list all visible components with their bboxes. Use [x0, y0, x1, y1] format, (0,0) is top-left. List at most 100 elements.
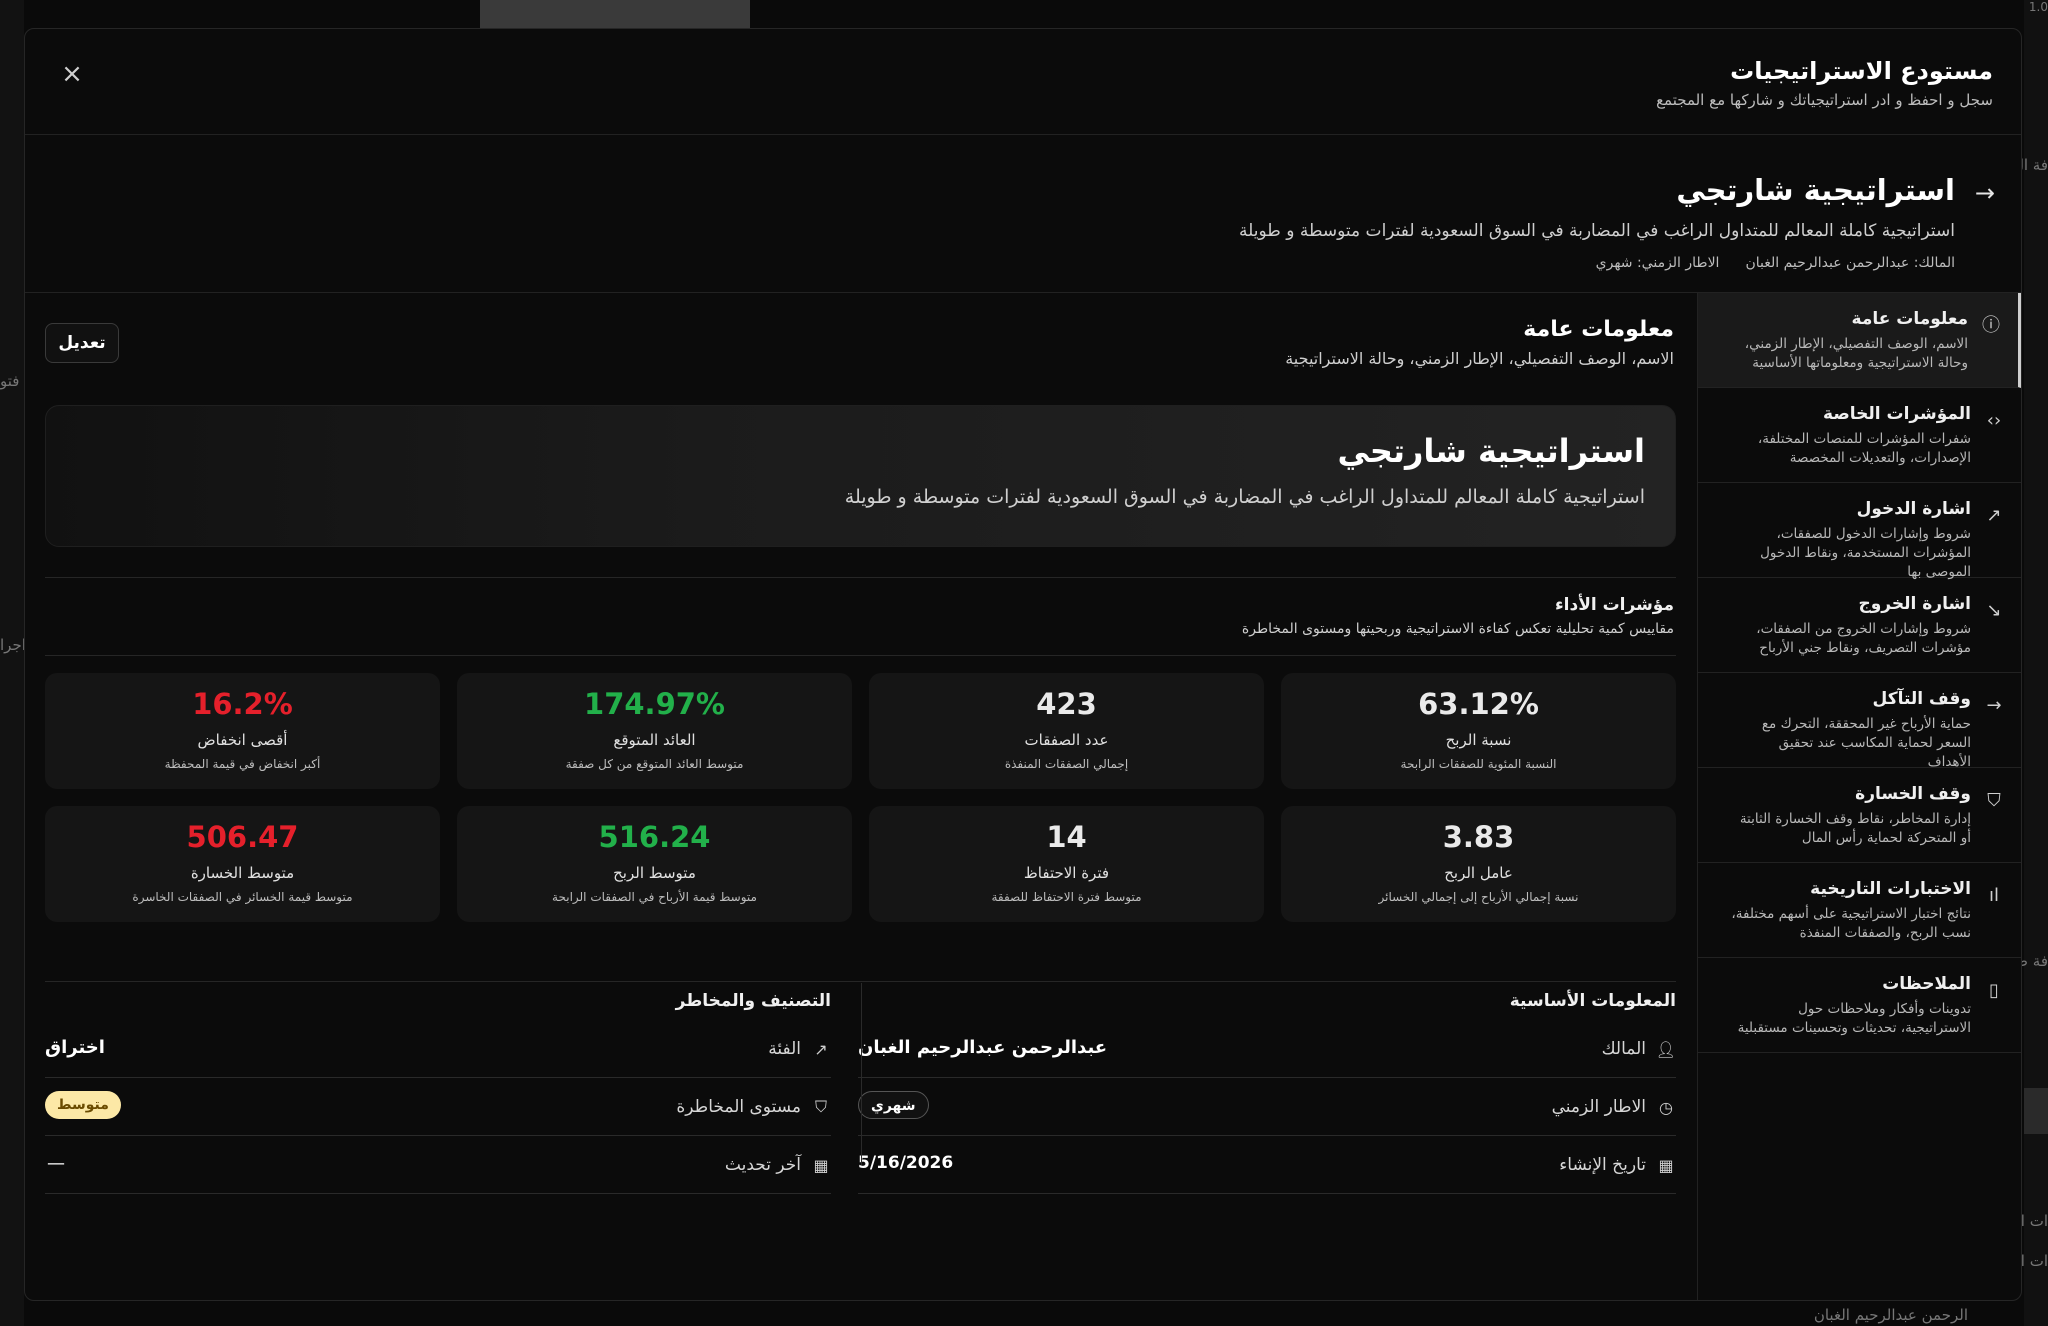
arrow-right-icon: → — [1986, 695, 2002, 716]
card-title: استراتيجية شارتجي — [1337, 432, 1645, 470]
trending-down-icon: ↘ — [1986, 600, 2002, 621]
background-label: الرحمن عبدالرحيم الغبان — [1813, 1306, 1968, 1324]
created-row: ▦ تاريخ الإنشاء 5/16/2026 — [858, 1137, 1676, 1194]
column-divider — [861, 983, 862, 1165]
code-icon: ‹› — [1986, 410, 2002, 431]
created-value: 5/16/2026 — [858, 1153, 954, 1173]
sidebar-item-title: معلومات عامة — [1851, 309, 1968, 329]
risk-badge: متوسط — [45, 1091, 121, 1119]
stat-card-win-rate: 63.12% نسبة الربح النسبة المئوية للصفقات… — [1281, 673, 1676, 789]
sidebar-item-desc: إدارة المخاطر، نقاط وقف الخسارة الثابتة … — [1739, 811, 1971, 846]
owner-label: المالك — [1601, 1039, 1646, 1059]
stat-label: متوسط الربح — [613, 864, 696, 882]
trending-up-icon: ↗ — [1986, 505, 2002, 526]
timeframe-label: الاطار الزمني — [1551, 1097, 1646, 1117]
card-description: استراتيجية كاملة المعالم للمتداول الراغب… — [844, 486, 1645, 508]
performance-grid: 63.12% نسبة الربح النسبة المئوية للصفقات… — [45, 673, 1676, 922]
sidebar-item-title: اشارة الخروج — [1858, 594, 1971, 614]
divider — [45, 981, 1676, 982]
stat-value: 506.47 — [186, 820, 299, 854]
timeframe-row: ◷ الاطار الزمني شهري — [858, 1079, 1676, 1136]
stat-value: 174.97% — [584, 687, 725, 721]
stat-card-trade-count: 423 عدد الصفقات إجمالي الصفقات المنفذة — [869, 673, 1264, 789]
stat-note: نسبة إجمالي الأرباح إلى إجمالي الخسائر — [1378, 890, 1579, 904]
sidebar-item-desc: شفرات المؤشرات للمنصات المختلفة، الإصدار… — [1757, 431, 1971, 466]
sidebar-item-title: الاختبارات التاريخية — [1810, 879, 1971, 899]
trending-up-icon: ↗ — [814, 1039, 828, 1059]
background-left-panel — [0, 0, 24, 1326]
stat-card-avg-profit: 516.24 متوسط الربح متوسط قيمة الأرباح في… — [457, 806, 852, 922]
stat-value: 16.2% — [192, 687, 293, 721]
stat-label: عدد الصفقات — [1024, 731, 1109, 749]
sidebar-item-general[interactable]: ⓘ معلومات عامة الاسم، الوصف التفصيلي، ال… — [1698, 293, 2021, 388]
section-title: معلومات عامة — [1523, 317, 1674, 342]
stat-card-avg-loss: 506.47 متوسط الخسارة متوسط قيمة الخسائر … — [45, 806, 440, 922]
sidebar-item-indicators[interactable]: ‹› المؤشرات الخاصة شفرات المؤشرات للمنصا… — [1698, 388, 2021, 483]
background-label: ات ا — [2020, 1252, 2048, 1270]
divider — [45, 655, 1676, 656]
sidebar-item-notes[interactable]: ▯ الملاحظات تدوينات وأفكار وملاحظات حول … — [1698, 958, 2021, 1053]
bar-chart-icon: ıl — [1988, 885, 1999, 906]
stat-value: 516.24 — [598, 820, 711, 854]
stat-label: متوسط الخسارة — [190, 864, 295, 882]
timeframe-meta: الاطار الزمني: شهري — [1595, 255, 1720, 271]
stat-note: متوسط قيمة الأرباح في الصفقات الرابحة — [552, 890, 757, 904]
stat-card-profit-factor: 3.83 عامل الربح نسبة إجمالي الأرباح إلى … — [1281, 806, 1676, 922]
clock-icon: ◷ — [1659, 1097, 1673, 1117]
stat-label: العائد المتوقع — [613, 731, 696, 749]
risk-row: ⛉ مستوى المخاطرة متوسط — [45, 1079, 831, 1136]
risk-label: مستوى المخاطرة — [676, 1097, 801, 1117]
file-icon: ▯ — [1989, 980, 1999, 1001]
background-top-bar — [480, 0, 750, 28]
user-icon: 👤︎ — [1655, 1039, 1676, 1059]
strategy-meta: المالك: عبدالرحمن عبدالرحيم الغبان الاطا… — [1596, 255, 1955, 271]
sidebar-item-entry[interactable]: ↗ اشارة الدخول شروط وإشارات الدخول للصفق… — [1698, 483, 2021, 580]
background-label: اجرا — [0, 636, 26, 654]
updated-label: آخر تحديث — [724, 1155, 801, 1175]
sidebar-item-trailing-stop[interactable]: → وقف التآكل حماية الأرباح غير المحققة، … — [1698, 673, 2021, 770]
sidebar-item-title: المؤشرات الخاصة — [1823, 404, 1971, 424]
strategy-name: استراتيجية شارتجي — [1676, 173, 1955, 207]
edit-button[interactable]: تعديل — [45, 323, 119, 363]
calendar-icon: ▦ — [1658, 1155, 1674, 1175]
stat-note: أكبر انخفاض في قيمة المحفظة — [164, 757, 321, 771]
strategy-repository-modal: مستودع الاستراتيجيات سجل و احفظ و ادر اس… — [24, 28, 2022, 1301]
owner-row: 👤︎ المالك عبدالرحمن عبدالرحيم الغبان — [858, 1021, 1676, 1078]
created-label: تاريخ الإنشاء — [1559, 1155, 1646, 1175]
modal-title: مستودع الاستراتيجيات — [1730, 57, 1993, 85]
background-label: 1.0 — [2028, 0, 2048, 14]
background-label: ات ا — [2020, 1212, 2048, 1230]
sidebar-item-desc: نتائج اختبار الاستراتيجية على أسهم مختلف… — [1731, 906, 1971, 941]
stat-label: أقصى انخفاض — [197, 731, 288, 749]
modal-body: ⓘ معلومات عامة الاسم، الوصف التفصيلي، ال… — [25, 293, 2021, 1300]
close-icon[interactable]: × — [57, 59, 87, 89]
sidebar-item-title: وقف الخسارة — [1855, 784, 1971, 804]
stat-note: متوسط قيمة الخسائر في الصفقات الخاسرة — [132, 890, 353, 904]
modal-header: مستودع الاستراتيجيات سجل و احفظ و ادر اس… — [25, 29, 2021, 135]
stat-value: 14 — [1046, 820, 1087, 854]
sidebar-item-backtests[interactable]: ıl الاختبارات التاريخية نتائج اختبار الا… — [1698, 863, 2021, 958]
calendar-icon: ▦ — [813, 1155, 829, 1175]
stat-value: 3.83 — [1442, 820, 1515, 854]
stat-card-holding-period: 14 فترة الاحتفاظ متوسط فترة الاحتفاظ للص… — [869, 806, 1264, 922]
owner-value: عبدالرحمن عبدالرحيم الغبان — [858, 1037, 1108, 1058]
sidebar-item-stop-loss[interactable]: ⛉ وقف الخسارة إدارة المخاطر، نقاط وقف ال… — [1698, 768, 2021, 863]
updated-row: ▦ آخر تحديث — — [45, 1137, 831, 1194]
performance-subtitle: مقاييس كمية تحليلية تعكس كفاءة الاستراتي… — [1241, 621, 1674, 637]
divider — [45, 577, 1676, 578]
sidebar-item-exit[interactable]: ↘ اشارة الخروج شروط وإشارات الخروج من ال… — [1698, 578, 2021, 673]
timeframe-badge: شهري — [858, 1091, 929, 1119]
stat-note: متوسط فترة الاحتفاظ للصفقة — [991, 890, 1142, 904]
section-subtitle: الاسم، الوصف التفصيلي، الإطار الزمني، وح… — [1285, 349, 1674, 368]
general-info-panel: معلومات عامة الاسم، الوصف التفصيلي، الإط… — [25, 293, 1696, 1300]
stat-note: إجمالي الصفقات المنفذة — [1004, 757, 1129, 771]
updated-value: — — [47, 1153, 65, 1174]
stat-card-max-drawdown: 16.2% أقصى انخفاض أكبر انخفاض في قيمة ال… — [45, 673, 440, 789]
info-icon: ⓘ — [1982, 315, 2000, 336]
back-arrow-icon[interactable]: → — [1975, 179, 1995, 207]
stat-note: النسبة المئوية للصفقات الرابحة — [1400, 757, 1557, 771]
sidebar-item-title: اشارة الدخول — [1856, 499, 1971, 519]
sidebar-item-desc: حماية الأرباح غير المحققة، التحرك مع الس… — [1761, 716, 1971, 770]
sidebar-item-title: وقف التآكل — [1872, 689, 1971, 709]
background-right-button — [2024, 1088, 2048, 1134]
